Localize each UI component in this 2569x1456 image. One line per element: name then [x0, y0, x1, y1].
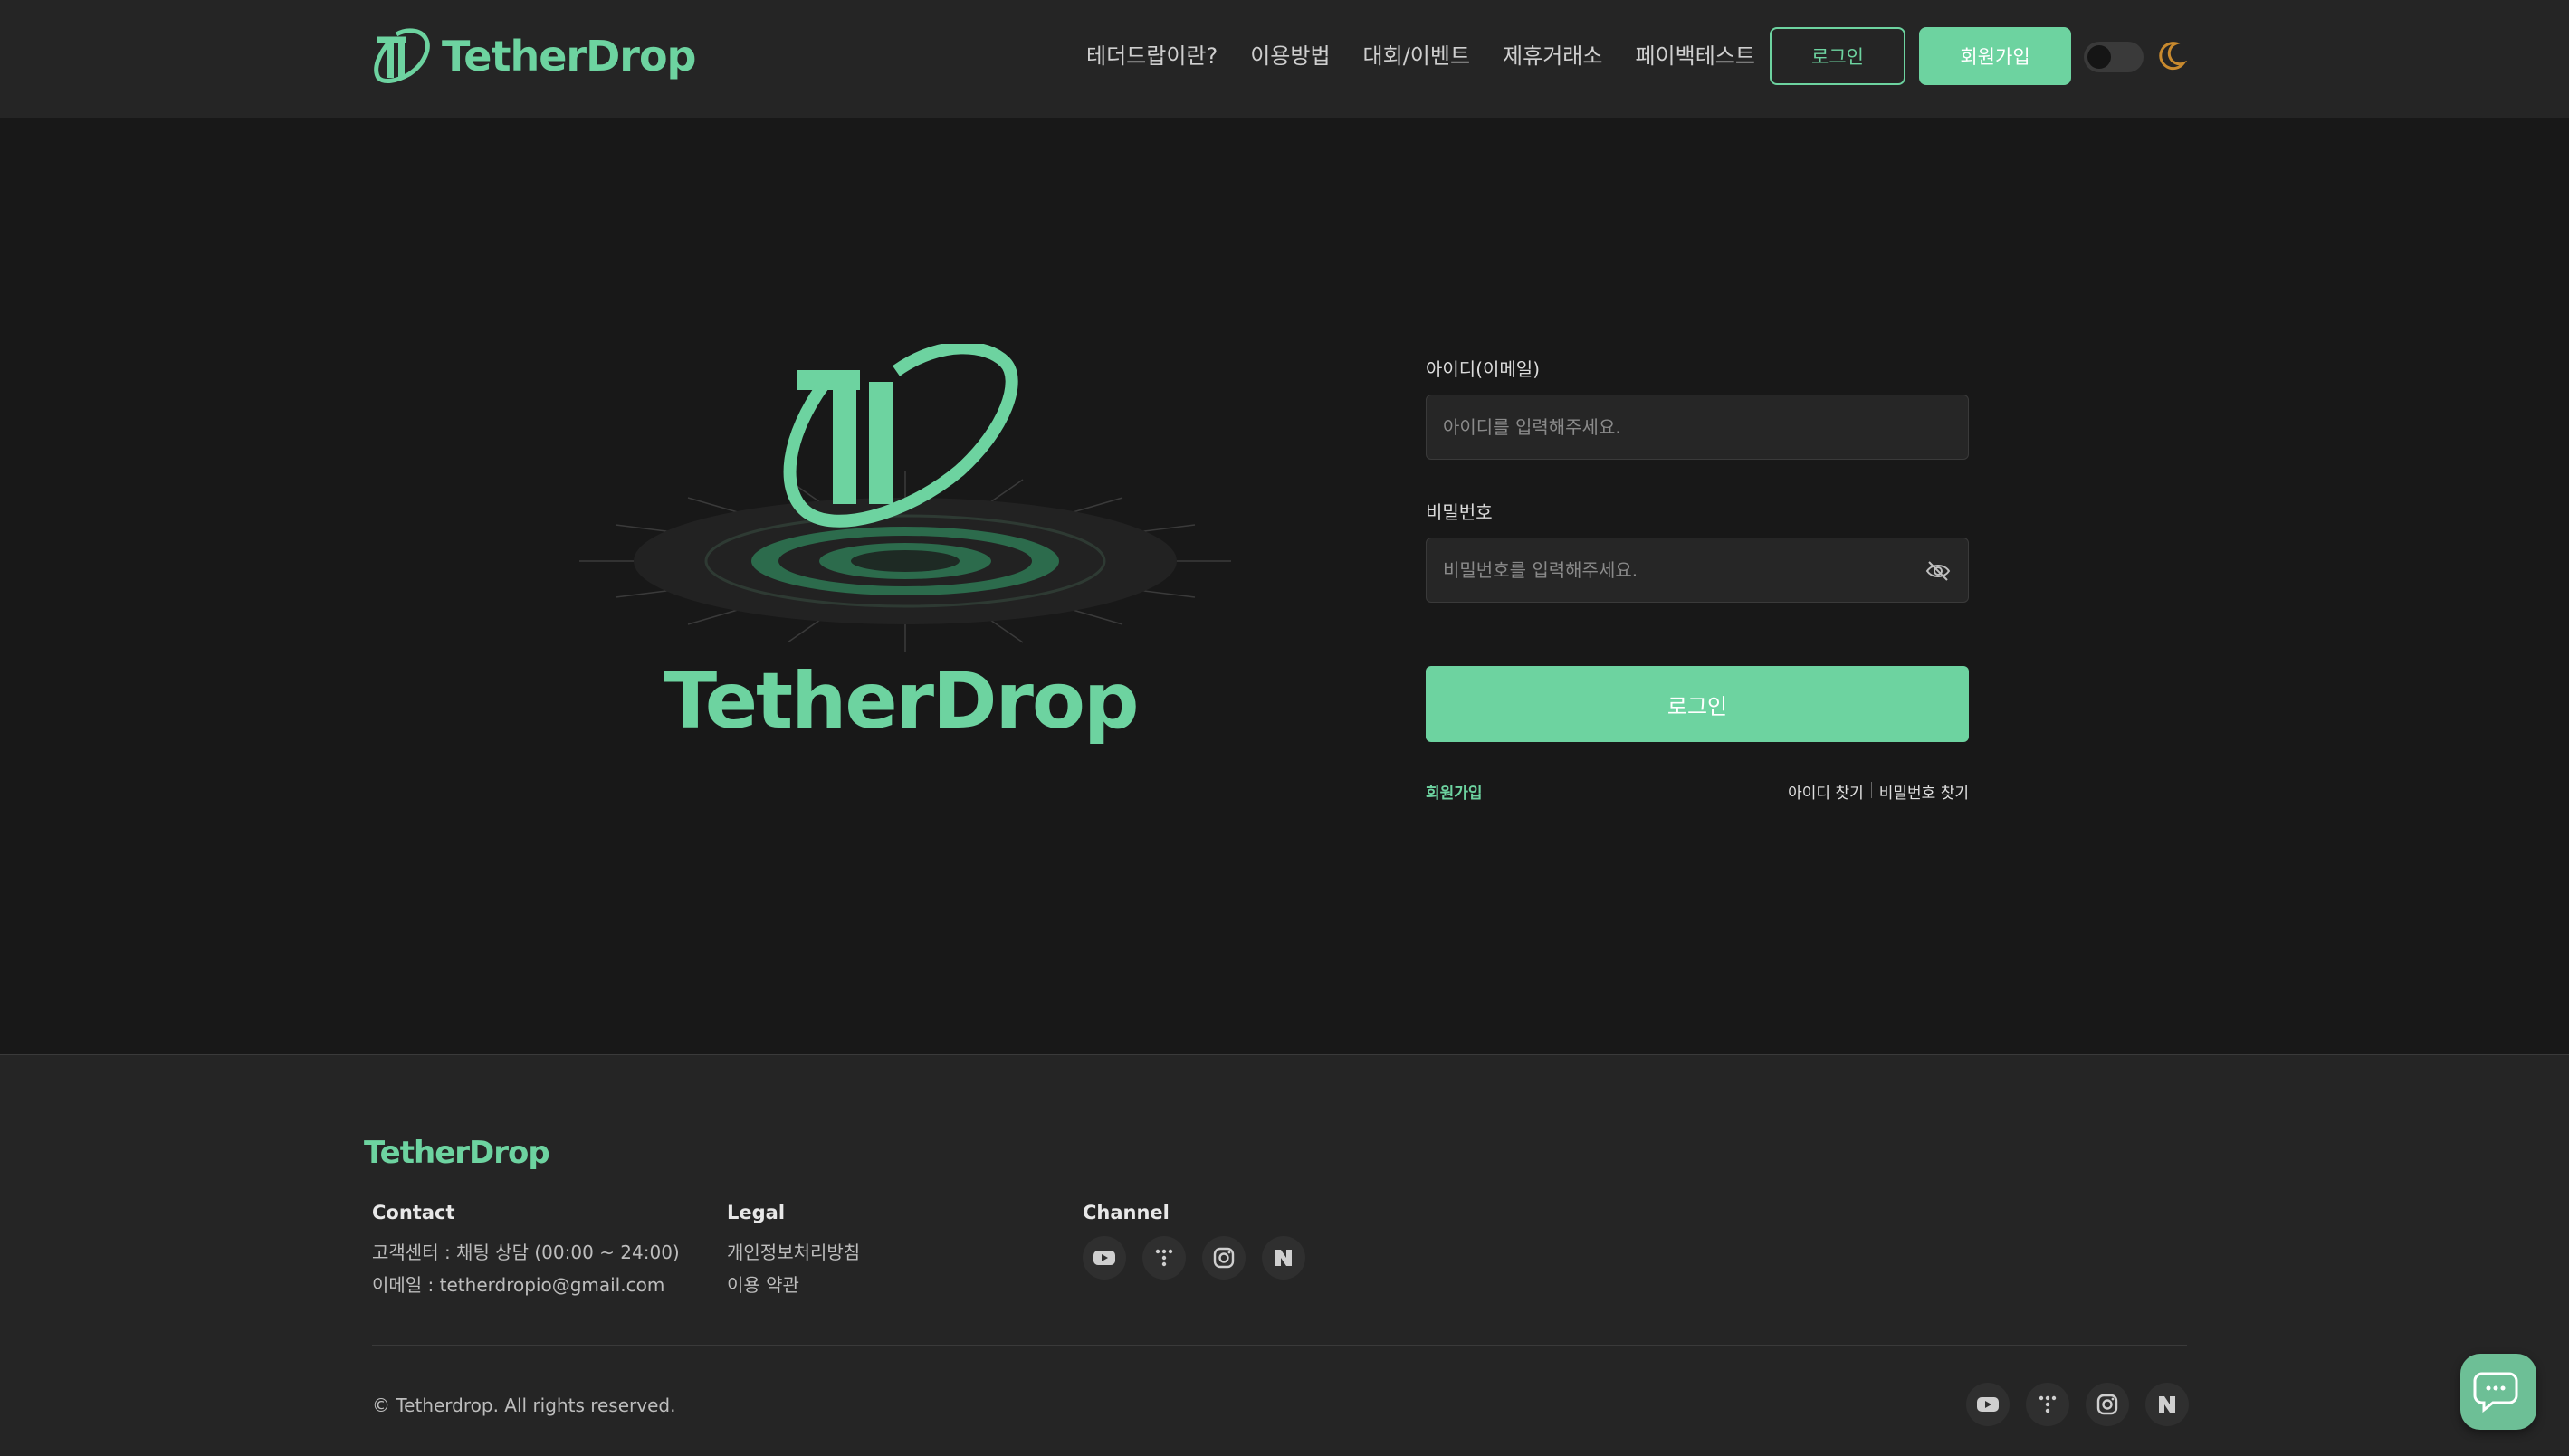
- form-links: 회원가입 아이디 찾기 비밀번호 찾기: [1426, 780, 1969, 807]
- top-header: TetherDrop 테더드랍이란? 이용방법 대회/이벤트 제휴거래소 페이백…: [0, 0, 2569, 118]
- privacy-policy-link[interactable]: 개인정보처리방침: [727, 1236, 860, 1269]
- nav-item-exchanges[interactable]: 제휴거래소: [1503, 36, 1602, 76]
- theme-toggle[interactable]: [2084, 42, 2144, 72]
- instagram-icon[interactable]: [2086, 1383, 2129, 1426]
- td-big-logo-icon: [783, 344, 1018, 528]
- pw-input[interactable]: [1427, 538, 1968, 602]
- terms-link[interactable]: 이용 약관: [727, 1269, 860, 1301]
- legal-title: Legal: [727, 1202, 786, 1223]
- chat-button[interactable]: [2460, 1354, 2536, 1430]
- footer-brand: TetherDrop: [364, 1135, 550, 1171]
- find-pw-link[interactable]: 비밀번호 찾기: [1879, 780, 1969, 803]
- instagram-icon[interactable]: [1202, 1236, 1246, 1280]
- site-footer: TetherDrop Contact 고객센터 : 채팅 상담 (00:00 ~…: [0, 1054, 2569, 1456]
- td-logo-icon: [374, 28, 430, 83]
- bottom-channel-icons: [1966, 1383, 2189, 1426]
- ring-center: [851, 550, 960, 572]
- pw-label: 비밀번호: [1426, 501, 1493, 523]
- dots-icon[interactable]: [2026, 1383, 2069, 1426]
- header-logo[interactable]: TetherDrop: [369, 27, 696, 85]
- eye-off-icon[interactable]: [1924, 558, 1952, 584]
- moon-icon[interactable]: [2153, 38, 2189, 74]
- toggle-knob: [2087, 45, 2111, 69]
- copyright-text: © Tetherdrop. All rights reserved.: [372, 1394, 676, 1416]
- naver-icon[interactable]: [2145, 1383, 2189, 1426]
- header-brand-text: TetherDrop: [442, 32, 696, 81]
- id-label: 아이디(이메일): [1426, 358, 1541, 380]
- youtube-icon[interactable]: [1083, 1236, 1126, 1280]
- youtube-icon[interactable]: [1966, 1383, 2010, 1426]
- header-login-button[interactable]: 로그인: [1770, 27, 1905, 85]
- nav-item-howto[interactable]: 이용방법: [1250, 36, 1330, 76]
- id-field[interactable]: [1426, 395, 1969, 460]
- find-links: 아이디 찾기 비밀번호 찾기: [1788, 780, 1969, 803]
- login-form: 아이디(이메일) 비밀번호 로그인 회원가입 아이디 찾기 비밀번호 찾기: [1426, 355, 1969, 803]
- footer-legal: Legal 개인정보처리방침 이용 약관: [727, 1202, 860, 1301]
- id-input[interactable]: [1427, 395, 1968, 459]
- nav-item-events[interactable]: 대회/이벤트: [1363, 36, 1471, 76]
- link-divider: [1870, 782, 1872, 798]
- chat-icon: [2473, 1372, 2518, 1413]
- hero-brand-text: TetherDrop: [664, 656, 1139, 747]
- signup-link[interactable]: 회원가입: [1426, 780, 1483, 803]
- main-nav: 테더드랍이란? 이용방법 대회/이벤트 제휴거래소 페이백테스트: [1086, 36, 1755, 76]
- login-submit-button[interactable]: 로그인: [1426, 666, 1969, 742]
- dots-icon[interactable]: [1142, 1236, 1186, 1280]
- nav-item-about[interactable]: 테더드랍이란?: [1086, 36, 1218, 76]
- naver-icon[interactable]: [1262, 1236, 1305, 1280]
- contact-title: Contact: [372, 1202, 455, 1223]
- footer-channel: Channel: [1083, 1202, 1305, 1280]
- contact-line-support: 고객센터 : 채팅 상담 (00:00 ~ 24:00): [372, 1242, 680, 1263]
- contact-line-email: 이메일 : tetherdropio@gmail.com: [372, 1274, 665, 1296]
- header-signup-button[interactable]: 회원가입: [1919, 27, 2071, 85]
- footer-divider: [372, 1345, 2187, 1346]
- find-id-link[interactable]: 아이디 찾기: [1788, 780, 1864, 803]
- channel-icons: [1083, 1236, 1305, 1280]
- channel-title: Channel: [1083, 1202, 1170, 1223]
- nav-item-payback-test[interactable]: 페이백테스트: [1635, 36, 1754, 76]
- footer-contact: Contact 고객센터 : 채팅 상담 (00:00 ~ 24:00) 이메일…: [372, 1202, 680, 1301]
- pw-field[interactable]: [1426, 538, 1969, 603]
